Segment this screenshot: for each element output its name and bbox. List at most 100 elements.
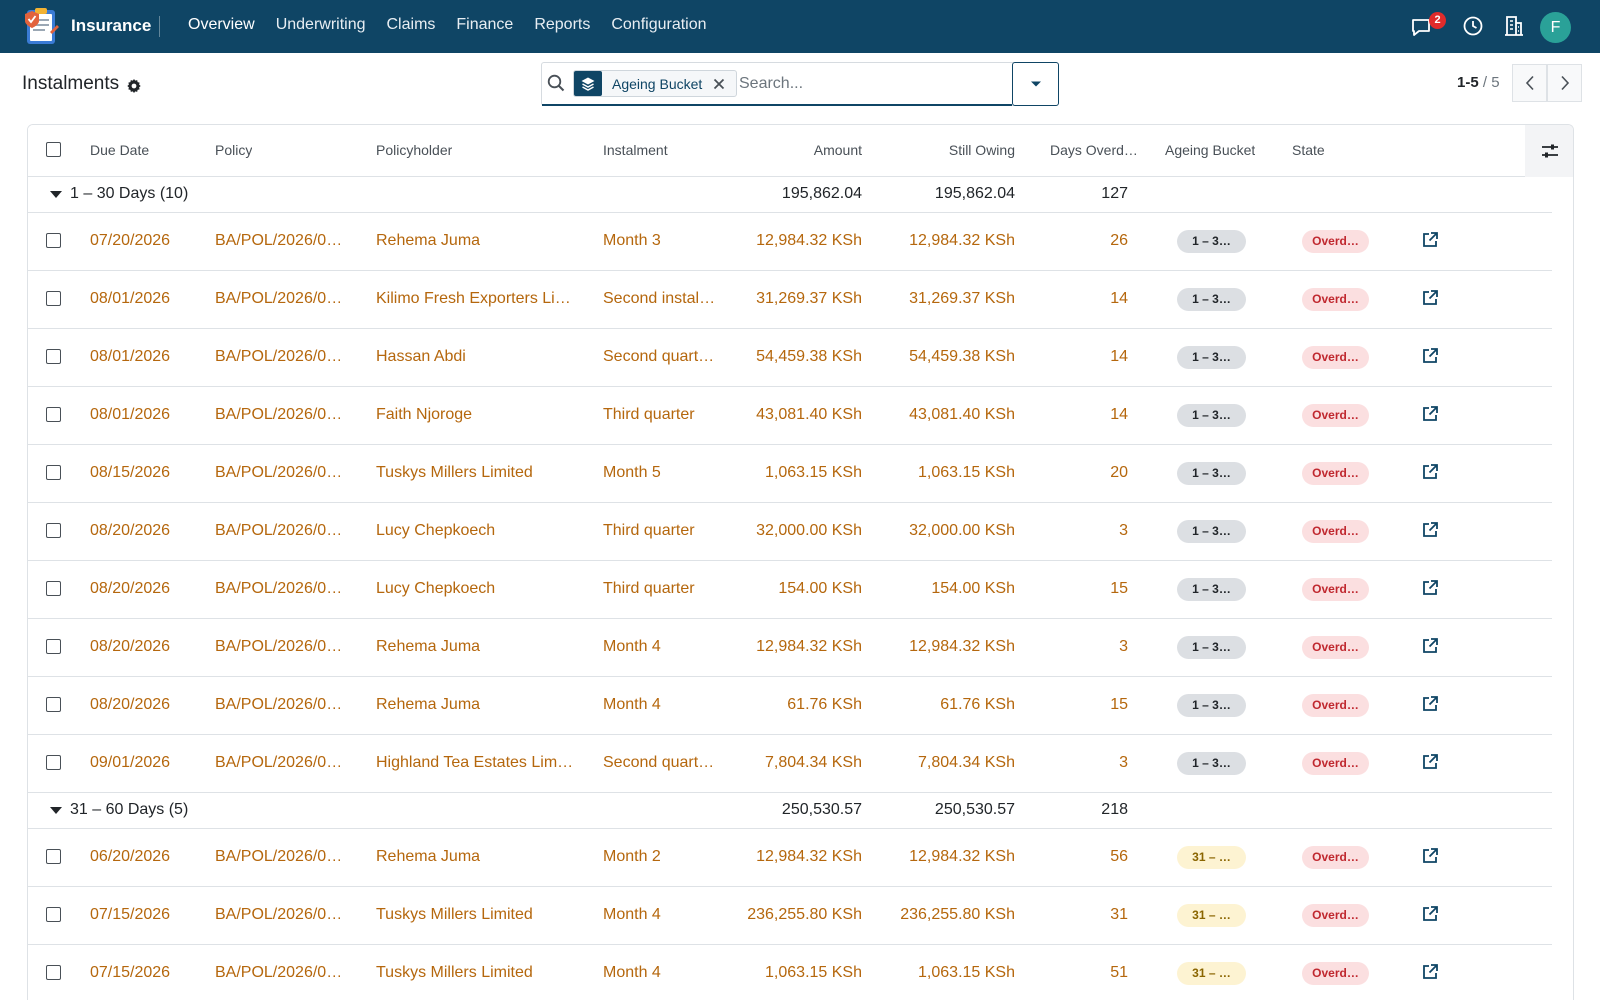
cell-policyholder: Tuskys Millers Limited xyxy=(376,464,533,481)
nav-divider xyxy=(159,16,160,37)
external-link-icon[interactable] xyxy=(1421,963,1439,981)
row-checkbox[interactable] xyxy=(46,523,61,538)
caret-down-icon[interactable] xyxy=(50,807,62,814)
table-row[interactable]: 08/15/2026 BA/POL/2026/0… Tuskys Millers L… xyxy=(28,445,1552,503)
row-checkbox[interactable] xyxy=(46,849,61,864)
external-link-icon[interactable] xyxy=(1421,905,1439,923)
header-ageing-bucket[interactable]: Ageing Bucket xyxy=(1165,142,1255,158)
row-checkbox[interactable] xyxy=(46,697,61,712)
menu-configuration[interactable]: Configuration xyxy=(611,16,706,34)
state-badge: Overd… xyxy=(1302,752,1369,775)
external-link-icon[interactable] xyxy=(1421,579,1439,597)
row-checkbox[interactable] xyxy=(46,349,61,364)
optional-columns-button[interactable] xyxy=(1525,125,1573,177)
table-row[interactable]: 08/20/2026 BA/POL/2026/0… Lucy Chepkoech Th… xyxy=(28,561,1552,619)
menu-reports[interactable]: Reports xyxy=(534,16,590,34)
cell-still-owing: 12,984.32 KSh xyxy=(909,638,1015,655)
table-row[interactable]: 07/15/2026 BA/POL/2026/0… Tuskys Millers L… xyxy=(28,887,1552,945)
pager-value[interactable]: 1-5 / 5 xyxy=(1457,74,1500,91)
table-row[interactable]: 09/01/2026 BA/POL/2026/0… Highland Tea Est… xyxy=(28,735,1552,793)
cell-instalment: Third quarter xyxy=(603,406,695,423)
user-avatar[interactable]: F xyxy=(1540,12,1571,43)
cell-instalment: Second quart… xyxy=(603,348,715,365)
external-link-icon[interactable] xyxy=(1421,521,1439,539)
pager-next-button[interactable] xyxy=(1547,64,1582,102)
gear-icon[interactable] xyxy=(126,78,142,94)
building-icon[interactable] xyxy=(1502,14,1526,38)
row-checkbox[interactable] xyxy=(46,465,61,480)
row-checkbox[interactable] xyxy=(46,233,61,248)
table-row[interactable]: 08/01/2026 BA/POL/2026/0… Kilimo Fresh Exp… xyxy=(28,271,1552,329)
row-checkbox[interactable] xyxy=(46,907,61,922)
caret-down-icon xyxy=(1030,81,1041,87)
cell-instalment: Month 4 xyxy=(603,638,661,655)
cell-policy: BA/POL/2026/0… xyxy=(215,464,340,481)
header-instalment[interactable]: Instalment xyxy=(603,142,668,158)
external-link-icon[interactable] xyxy=(1421,847,1439,865)
header-policy[interactable]: Policy xyxy=(215,142,252,158)
table-row[interactable]: 07/20/2026 BA/POL/2026/0… Rehema Juma Month… xyxy=(28,213,1552,271)
table-row[interactable]: 06/20/2026 BA/POL/2026/0… Rehema Juma Month… xyxy=(28,829,1552,887)
clock-icon[interactable] xyxy=(1461,14,1485,38)
state-badge: Overd… xyxy=(1302,846,1369,869)
select-all-checkbox[interactable] xyxy=(46,142,61,157)
row-checkbox[interactable] xyxy=(46,407,61,422)
pager-previous-button[interactable] xyxy=(1512,64,1547,102)
app-name[interactable]: Insurance xyxy=(71,16,151,36)
row-checkbox[interactable] xyxy=(46,581,61,596)
group-by-facet[interactable]: Ageing Bucket xyxy=(573,70,738,97)
row-checkbox[interactable] xyxy=(46,639,61,654)
caret-down-icon[interactable] xyxy=(50,191,62,198)
table-row[interactable]: 08/20/2026 BA/POL/2026/0… Rehema Juma Month… xyxy=(28,619,1552,677)
external-link-icon[interactable] xyxy=(1421,347,1439,365)
header-amount[interactable]: Amount xyxy=(728,142,862,158)
search-input[interactable] xyxy=(739,73,999,95)
header-due-date[interactable]: Due Date xyxy=(90,142,149,158)
external-link-icon[interactable] xyxy=(1421,231,1439,249)
state-badge: Overd… xyxy=(1302,346,1369,369)
external-link-icon[interactable] xyxy=(1421,405,1439,423)
table-row[interactable]: 07/15/2026 BA/POL/2026/0… Tuskys Millers L… xyxy=(28,945,1552,1000)
table-row[interactable]: 08/01/2026 BA/POL/2026/0… Hassan Abdi Secon… xyxy=(28,329,1552,387)
menu-underwriting[interactable]: Underwriting xyxy=(276,16,366,34)
header-policyholder[interactable]: Policyholder xyxy=(376,142,452,158)
table-row[interactable]: 08/01/2026 BA/POL/2026/0… Faith Njoroge Thi… xyxy=(28,387,1552,445)
cell-policy: BA/POL/2026/0… xyxy=(215,580,340,597)
external-link-icon[interactable] xyxy=(1421,289,1439,307)
group-row[interactable]: 1 – 30 Days (10) 195,862.04 195,862.04 127 xyxy=(28,177,1552,213)
table-row[interactable]: 08/20/2026 BA/POL/2026/0… Rehema Juma Month… xyxy=(28,677,1552,735)
cell-amount: 54,459.38 KSh xyxy=(756,348,862,365)
external-link-icon[interactable] xyxy=(1421,463,1439,481)
menu-overview[interactable]: Overview xyxy=(188,16,255,34)
cell-still-owing: 1,063.15 KSh xyxy=(918,464,1015,481)
header-still-owing[interactable]: Still Owing xyxy=(878,142,1015,158)
cell-instalment: Third quarter xyxy=(603,580,695,597)
row-checkbox[interactable] xyxy=(46,755,61,770)
search-options-toggle[interactable] xyxy=(1012,62,1059,106)
state-badge: Overd… xyxy=(1302,404,1369,427)
group-amount-total: 195,862.04 xyxy=(781,185,862,202)
ageing-bucket-badge: 1 – 3… xyxy=(1177,462,1246,485)
cell-instalment: Third quarter xyxy=(603,522,695,539)
app-logo-icon[interactable] xyxy=(22,6,62,46)
menu-finance[interactable]: Finance xyxy=(456,16,513,34)
header-days-overdue[interactable]: Days Overd… xyxy=(1050,142,1138,158)
table-row[interactable]: 08/20/2026 BA/POL/2026/0… Lucy Chepkoech Th… xyxy=(28,503,1552,561)
cell-days-overdue: 14 xyxy=(1110,290,1128,307)
external-link-icon[interactable] xyxy=(1421,695,1439,713)
external-link-icon[interactable] xyxy=(1421,637,1439,655)
group-still-owing-total: 250,530.57 xyxy=(934,801,1015,818)
page-title[interactable]: Instalments xyxy=(22,73,119,95)
close-icon[interactable] xyxy=(712,77,726,91)
group-label: 31 – 60 Days (5) xyxy=(70,801,189,818)
group-row[interactable]: 31 – 60 Days (5) 250,530.57 250,530.57 218 xyxy=(28,793,1552,829)
row-checkbox[interactable] xyxy=(46,965,61,980)
menu-claims[interactable]: Claims xyxy=(387,16,436,34)
cell-still-owing: 1,063.15 KSh xyxy=(918,964,1015,981)
row-checkbox[interactable] xyxy=(46,291,61,306)
header-state[interactable]: State xyxy=(1292,142,1325,158)
cell-due-date: 07/15/2026 xyxy=(90,964,171,981)
cell-still-owing: 236,255.80 KSh xyxy=(900,906,1015,923)
external-link-icon[interactable] xyxy=(1421,753,1439,771)
cell-still-owing: 154.00 KSh xyxy=(931,580,1015,597)
